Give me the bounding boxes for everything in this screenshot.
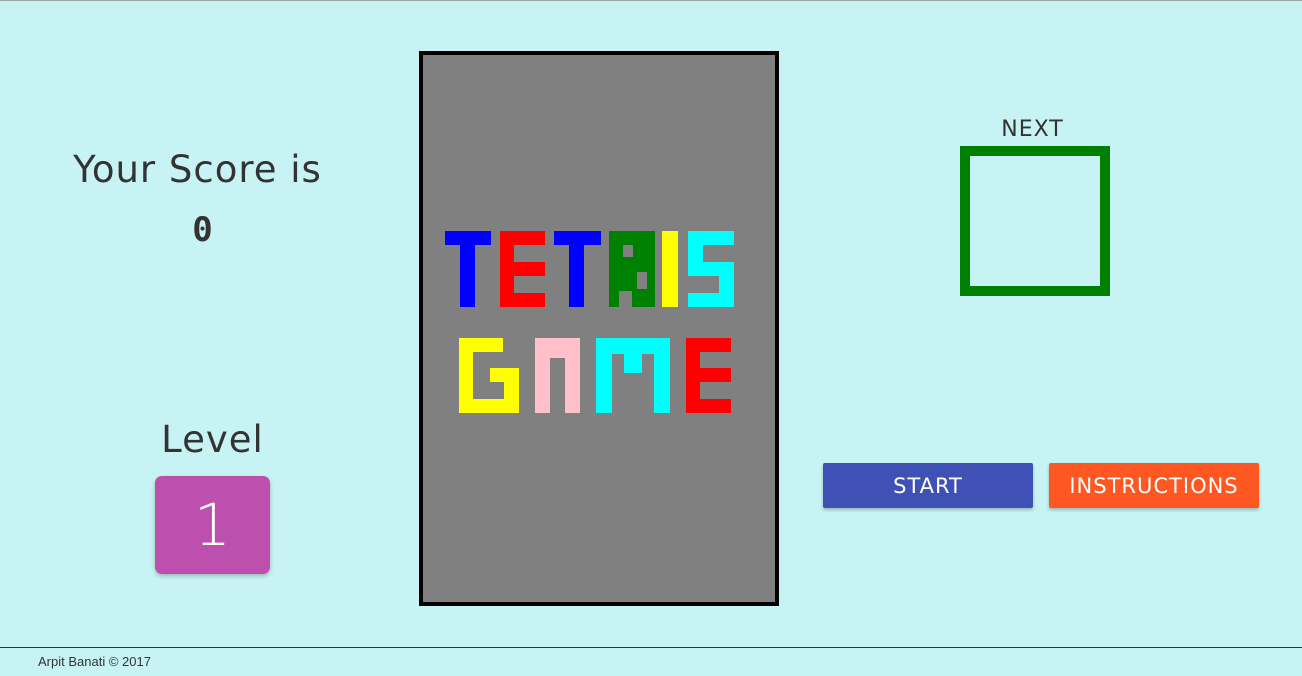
instructions-button[interactable]: INSTRUCTIONS (1049, 463, 1259, 508)
next-piece-preview (960, 146, 1110, 296)
logo-letter-s (688, 231, 734, 307)
tetris-game-logo (445, 231, 734, 413)
top-border (0, 0, 1302, 1)
logo-letter-t1 (445, 231, 491, 307)
logo-letter-i (662, 231, 678, 307)
start-button[interactable]: START (823, 463, 1033, 508)
logo-letter-m (596, 338, 670, 413)
score-label: Your Score is (73, 148, 322, 191)
game-board (419, 51, 779, 606)
footer-copyright: Arpit Banati © 2017 (38, 654, 151, 669)
logo-letter-t2 (554, 231, 601, 307)
next-piece-label: NEXT (1001, 117, 1064, 142)
level-value: 1 (194, 491, 231, 559)
logo-letter-r (609, 231, 655, 307)
level-label: Level (161, 418, 264, 461)
logo-letter-e2 (686, 338, 731, 413)
logo-letter-g (459, 338, 519, 413)
logo-letter-a (535, 338, 580, 413)
logo-letter-e (500, 231, 545, 307)
score-value: 0 (192, 210, 213, 250)
level-badge: 1 (155, 476, 270, 574)
footer-divider (0, 647, 1302, 648)
